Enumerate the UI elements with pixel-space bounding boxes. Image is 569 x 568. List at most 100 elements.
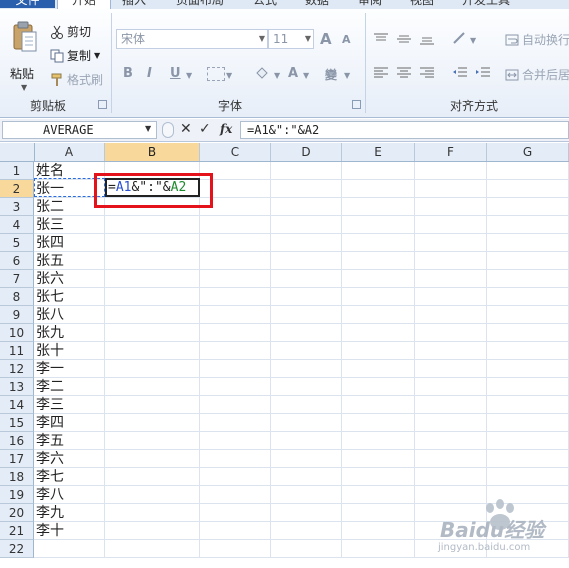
cell-a[interactable]: 李九: [34, 504, 105, 522]
cell[interactable]: [271, 504, 342, 522]
decrease-indent-icon[interactable]: [452, 67, 468, 79]
cell[interactable]: [342, 396, 415, 414]
cell[interactable]: [105, 216, 200, 234]
tab-data[interactable]: 数据: [305, 0, 329, 8]
paste-dropdown-icon[interactable]: ▼: [21, 83, 27, 92]
cell[interactable]: [415, 216, 487, 234]
cell[interactable]: [342, 360, 415, 378]
row-header[interactable]: 4: [0, 216, 34, 234]
row-header[interactable]: 21: [0, 522, 34, 540]
phonetic-dropdown-icon[interactable]: ▼: [344, 71, 350, 80]
cell[interactable]: [200, 360, 271, 378]
cell-a[interactable]: 张十: [34, 342, 105, 360]
copy-button[interactable]: 复制 ▼: [50, 47, 100, 64]
enter-icon[interactable]: ✓: [199, 121, 211, 137]
cell[interactable]: [200, 252, 271, 270]
cell[interactable]: [415, 378, 487, 396]
cell[interactable]: [487, 216, 569, 234]
chevron-down-icon[interactable]: ▼: [145, 124, 151, 133]
cell[interactable]: [487, 414, 569, 432]
cell-a[interactable]: 张四: [34, 234, 105, 252]
cell-a[interactable]: 李五: [34, 432, 105, 450]
cell[interactable]: [271, 414, 342, 432]
cell-a[interactable]: 李六: [34, 450, 105, 468]
cell[interactable]: [487, 306, 569, 324]
cell[interactable]: [271, 450, 342, 468]
cell[interactable]: [200, 540, 271, 558]
column-header-g[interactable]: G: [487, 143, 569, 161]
row-header[interactable]: 13: [0, 378, 34, 396]
underline-dropdown-icon[interactable]: ▼: [186, 71, 192, 80]
cell[interactable]: [271, 180, 342, 198]
tab-file[interactable]: 文件: [0, 0, 55, 8]
cell[interactable]: [342, 288, 415, 306]
cell[interactable]: [105, 378, 200, 396]
cell[interactable]: [105, 252, 200, 270]
formula-bar-splitter[interactable]: [162, 122, 174, 138]
tab-formulas[interactable]: 公式: [253, 0, 277, 8]
cell-a[interactable]: 张七: [34, 288, 105, 306]
select-all-corner[interactable]: [0, 143, 35, 161]
align-bottom-icon[interactable]: [419, 33, 435, 45]
cell[interactable]: [105, 450, 200, 468]
column-header-b[interactable]: B: [105, 143, 200, 161]
cell[interactable]: [487, 180, 569, 198]
cell-a[interactable]: 李一: [34, 360, 105, 378]
cell[interactable]: [415, 414, 487, 432]
cell[interactable]: [342, 342, 415, 360]
column-header-e[interactable]: E: [342, 143, 415, 161]
row-header[interactable]: 22: [0, 540, 34, 558]
column-header-f[interactable]: F: [415, 143, 487, 161]
cell[interactable]: [105, 234, 200, 252]
tab-page-layout[interactable]: 页面布局: [176, 0, 224, 8]
name-box[interactable]: AVERAGE: [2, 121, 157, 139]
cell[interactable]: [487, 198, 569, 216]
row-header[interactable]: 7: [0, 270, 34, 288]
cell[interactable]: [271, 306, 342, 324]
underline-button[interactable]: U: [170, 66, 181, 81]
cell[interactable]: [487, 270, 569, 288]
cell-a[interactable]: 李八: [34, 486, 105, 504]
cut-button[interactable]: 剪切: [50, 23, 91, 40]
formula-input[interactable]: =A1&":"&A2: [240, 121, 569, 139]
cell-a[interactable]: 李二: [34, 378, 105, 396]
cell[interactable]: [487, 468, 569, 486]
cell[interactable]: [200, 378, 271, 396]
cell[interactable]: [105, 414, 200, 432]
cell[interactable]: [342, 324, 415, 342]
cell[interactable]: [415, 162, 487, 180]
cell[interactable]: [342, 522, 415, 540]
cell[interactable]: [342, 306, 415, 324]
copy-dropdown-icon[interactable]: ▼: [94, 51, 100, 60]
cell[interactable]: [271, 540, 342, 558]
align-top-icon[interactable]: [373, 33, 389, 45]
cell[interactable]: [487, 396, 569, 414]
cell[interactable]: [105, 540, 200, 558]
font-size-combo[interactable]: 11 ▼: [268, 29, 314, 49]
cell[interactable]: [271, 324, 342, 342]
cancel-icon[interactable]: ✕: [180, 121, 192, 137]
cell[interactable]: [415, 252, 487, 270]
column-header-c[interactable]: C: [200, 143, 271, 161]
cell[interactable]: [342, 468, 415, 486]
row-header[interactable]: 6: [0, 252, 34, 270]
cell[interactable]: [415, 306, 487, 324]
cell[interactable]: [105, 288, 200, 306]
align-left-icon[interactable]: [373, 67, 389, 79]
cell[interactable]: [271, 522, 342, 540]
cell[interactable]: [342, 198, 415, 216]
cell[interactable]: [271, 216, 342, 234]
cell[interactable]: [342, 504, 415, 522]
cell[interactable]: [271, 432, 342, 450]
cell[interactable]: [487, 360, 569, 378]
tab-home[interactable]: 开始: [57, 0, 111, 9]
cell[interactable]: [105, 522, 200, 540]
cell[interactable]: [487, 342, 569, 360]
italic-button[interactable]: I: [147, 66, 152, 81]
cell[interactable]: [105, 468, 200, 486]
cell[interactable]: [271, 270, 342, 288]
cell[interactable]: [105, 504, 200, 522]
tab-view[interactable]: 视图: [410, 0, 434, 8]
cell[interactable]: [200, 522, 271, 540]
cell[interactable]: [415, 234, 487, 252]
